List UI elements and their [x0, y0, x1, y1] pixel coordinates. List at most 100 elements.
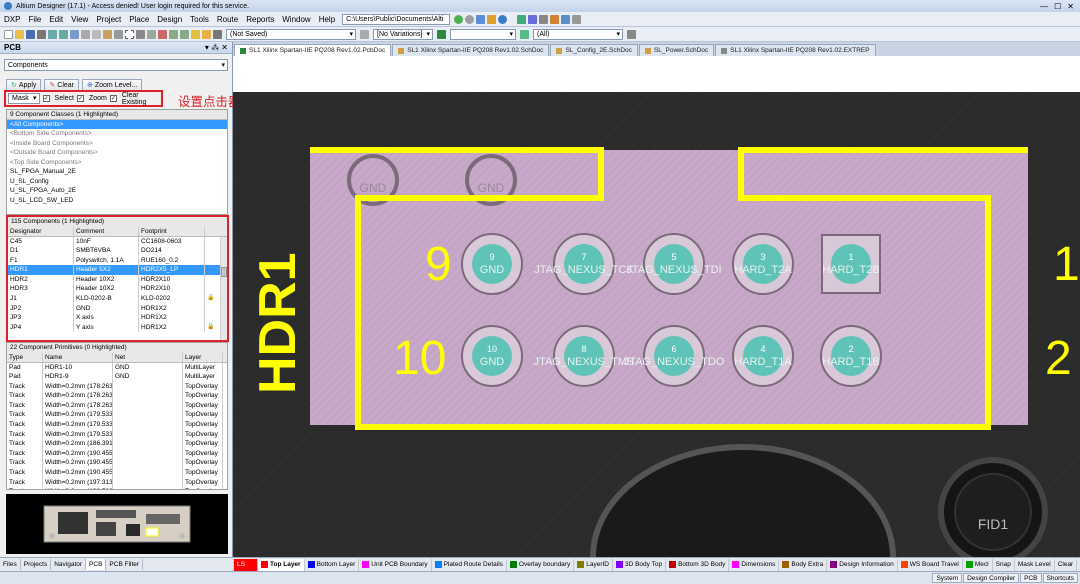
variant-icon[interactable]: [360, 29, 369, 39]
zoom-area-icon[interactable]: [59, 29, 68, 39]
layer-tab[interactable]: LayerID: [574, 558, 613, 571]
layer-tab[interactable]: Mecl: [963, 558, 993, 571]
doc-tab-pcbdoc[interactable]: SL1 Xilinx Spartan-IIE PQ208 Rev1.02.Pcb…: [234, 44, 392, 56]
clear-existing-checkbox[interactable]: ✓: [109, 95, 117, 102]
primitive-row[interactable]: Track Width=0.2mm (178.263n TopOverlay: [7, 381, 227, 392]
refresh-icon[interactable]: [487, 14, 497, 24]
open-icon[interactable]: [15, 29, 24, 39]
save-icon[interactable]: [26, 29, 35, 39]
layer-tab[interactable]: Snap: [993, 558, 1015, 571]
component-row[interactable]: JP3 X axis HDR1X2: [8, 313, 227, 323]
pad[interactable]: 4 HARD_T1A: [732, 325, 794, 387]
component-row[interactable]: JP2 GND HDR1X2: [8, 303, 227, 314]
select-checkbox[interactable]: ✓: [42, 95, 50, 102]
pad[interactable]: 2 HARD_T1B: [820, 325, 882, 387]
col-comment[interactable]: Comment: [74, 226, 139, 236]
layer-tab[interactable]: Dimensions: [729, 558, 780, 571]
menu-design[interactable]: Design: [153, 15, 186, 24]
tab-navigator[interactable]: Navigator: [51, 559, 87, 570]
col-type[interactable]: Type: [7, 352, 43, 362]
table-icon[interactable]: [572, 14, 582, 24]
primitive-row[interactable]: Track Width=0.2mm (179.533n TopOverlay: [7, 429, 227, 440]
panel-mode-select[interactable]: Components: [4, 59, 228, 71]
zoom-checkbox[interactable]: ✓: [77, 95, 84, 102]
class-list-item[interactable]: U_SL_LCD_SW_LED: [7, 196, 227, 206]
class-list-item[interactable]: SL_FPGA_Manual_2E: [7, 167, 227, 177]
layer-icon[interactable]: [528, 14, 538, 24]
board-preview[interactable]: [6, 494, 228, 554]
path-input[interactable]: C:\Users\Public\Documents\Alti: [342, 13, 451, 25]
primitive-row[interactable]: Pad HDR1-9 GND MultiLayer: [7, 372, 227, 382]
redo-icon[interactable]: [180, 29, 189, 39]
menu-window[interactable]: Window: [278, 15, 314, 24]
tab-projects[interactable]: Projects: [21, 559, 52, 570]
paste-icon[interactable]: [103, 29, 112, 39]
primitive-row[interactable]: Pad HDR1-10 GND MultiLayer: [7, 362, 227, 373]
help-icon[interactable]: [498, 14, 508, 24]
align-icon[interactable]: [550, 14, 560, 24]
layer-tab[interactable]: Mask Level: [1015, 558, 1055, 571]
col-name[interactable]: Name: [43, 352, 113, 362]
pad[interactable]: 1 HARD_T2B: [821, 234, 881, 294]
layer-tab[interactable]: Bottom 3D Body: [666, 558, 730, 571]
col-designator[interactable]: Designator: [8, 226, 74, 236]
layer-tab[interactable]: Overlay boundary: [507, 558, 575, 571]
component-row[interactable]: C45 10nF CC1608-0603: [8, 236, 227, 247]
layer-tab[interactable]: Design Information: [827, 558, 898, 571]
class-list-item[interactable]: <Outside Board Components>: [7, 148, 227, 158]
class-list-item[interactable]: <All Components>: [7, 119, 227, 129]
status-pcb[interactable]: PCB: [1020, 573, 1042, 583]
zoom-icon[interactable]: [627, 29, 636, 39]
blank-select[interactable]: [450, 28, 516, 40]
col-footprint[interactable]: Footprint: [139, 226, 205, 236]
component-row[interactable]: HDR1 Header 5X2 HDR2X5_LP: [8, 265, 227, 275]
menu-edit[interactable]: Edit: [45, 15, 67, 24]
grid-icon[interactable]: [539, 14, 549, 24]
menu-help[interactable]: Help: [315, 15, 339, 24]
variations-select[interactable]: [No Variations]: [373, 28, 433, 40]
layer-tab[interactable]: Clear: [1055, 558, 1078, 571]
primitive-row[interactable]: Track Width=0.2mm (179.533n TopOverlay: [7, 410, 227, 421]
menu-dxp[interactable]: DXP: [0, 15, 24, 24]
pad[interactable]: 9 GND: [461, 233, 523, 295]
status-design-compiler[interactable]: Design Compiler: [963, 573, 1020, 583]
doc-tab-config[interactable]: SL_Config_2E.SchDoc: [550, 44, 638, 56]
zoom-selected-icon[interactable]: [70, 29, 79, 39]
primitive-row[interactable]: Track Width=0.2mm (179.533n TopOverlay: [7, 420, 227, 430]
components-scrollbar[interactable]: [220, 237, 227, 340]
primitive-row[interactable]: Track Width=0.2mm (190.455n TopOverlay: [7, 448, 227, 459]
layer-tab[interactable]: Plated Route Details: [432, 558, 507, 571]
primitive-row[interactable]: Track Width=0.2mm (197.313n TopOverlay: [7, 477, 227, 488]
primitive-row[interactable]: TrackWidth=0.2mm (198.583n TopOverlay: [7, 487, 227, 489]
layer-tab[interactable]: 3D Body Top: [613, 558, 667, 571]
saved-state-select[interactable]: (Not Saved): [226, 28, 356, 40]
tab-files[interactable]: Files: [0, 559, 21, 570]
primitive-row[interactable]: Track Width=0.2mm (186.391n TopOverlay: [7, 439, 227, 449]
chart-icon[interactable]: [517, 14, 527, 24]
panel-controls[interactable]: ▾ ⁂ ✕: [205, 42, 228, 54]
primitive-row[interactable]: Track Width=0.2mm (178.263n TopOverlay: [7, 391, 227, 401]
component-row[interactable]: J1 KLD-0202-B KLD-0202 🔒: [8, 294, 227, 304]
minimize-icon[interactable]: —: [1040, 2, 1048, 11]
menu-reports[interactable]: Reports: [242, 15, 278, 24]
class-list-item[interactable]: U_SL_FPGA_Auto_2E: [7, 186, 227, 196]
menu-place[interactable]: Place: [125, 15, 153, 24]
col-net[interactable]: Net: [113, 352, 183, 362]
component-row[interactable]: HDR2 Header 10X2 HDR2X10: [8, 274, 227, 285]
cut-icon[interactable]: [81, 29, 90, 39]
folder-icon[interactable]: [202, 29, 211, 39]
layer-tab[interactable]: WS Board Travel: [898, 558, 963, 571]
filter-select[interactable]: (All): [533, 28, 623, 40]
pad[interactable]: 10 GND: [461, 325, 523, 387]
component-row[interactable]: JP4 Y axis HDR1X2 🔒: [8, 322, 227, 333]
primitive-row[interactable]: Track Width=0.2mm (190.455n TopOverlay: [7, 468, 227, 478]
col-layer[interactable]: Layer: [183, 352, 223, 362]
class-list-item[interactable]: U_SL_Config: [7, 177, 227, 187]
component-row[interactable]: HDR3 Header 10X2 HDR2X10: [8, 284, 227, 295]
menu-view[interactable]: View: [67, 15, 92, 24]
close-icon[interactable]: ✕: [1067, 2, 1074, 11]
tab-pcb[interactable]: PCB: [86, 559, 107, 570]
snap-icon[interactable]: [561, 14, 571, 24]
filter-icon[interactable]: [520, 29, 529, 39]
pencil-icon[interactable]: [191, 29, 200, 39]
